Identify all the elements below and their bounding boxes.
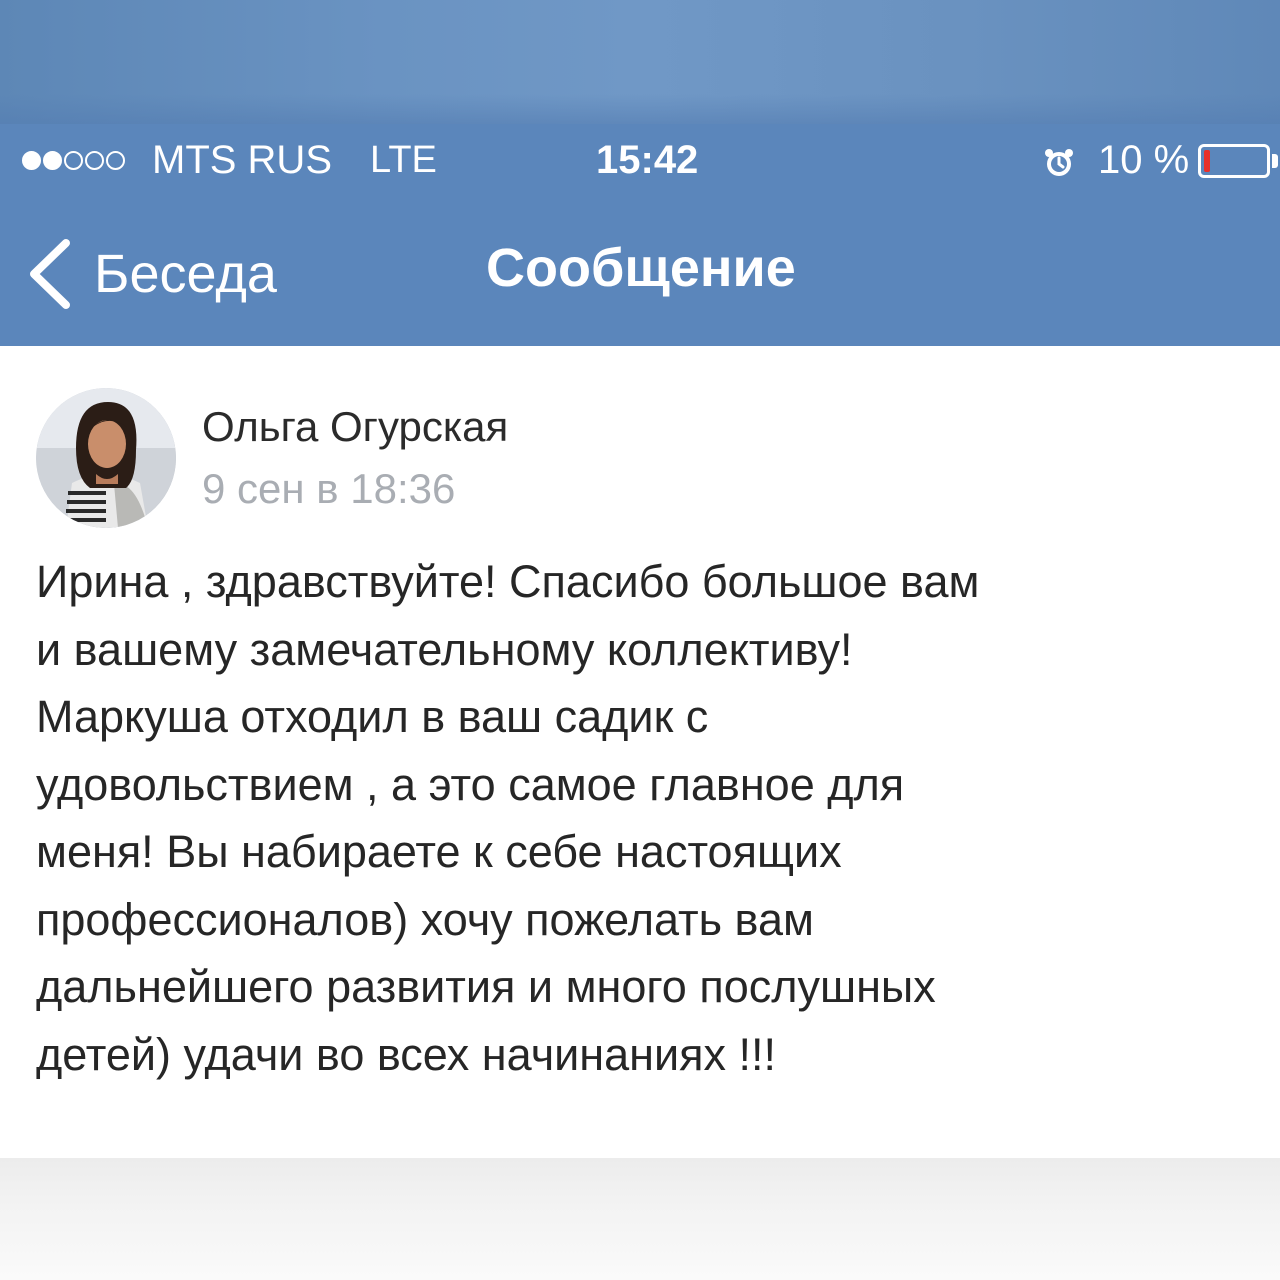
network-type: LTE xyxy=(370,139,437,181)
message-text: Ирина , здравствуйте! Спасибо большое ва… xyxy=(36,556,980,1080)
signal-dot xyxy=(85,151,104,170)
app-bar: MTS RUS LTE 15:42 10 % Беседа Сообщение xyxy=(0,124,1280,346)
back-button[interactable]: Беседа xyxy=(24,234,277,314)
signal-strength-icon xyxy=(22,151,125,170)
avatar[interactable] xyxy=(36,388,176,528)
signal-dot xyxy=(22,151,41,170)
signal-dot xyxy=(106,151,125,170)
back-button-label: Беседа xyxy=(94,244,277,304)
signal-dot xyxy=(43,151,62,170)
battery-icon xyxy=(1198,144,1270,178)
message-timestamp: 9 сен в 18:36 xyxy=(202,465,456,512)
battery-level-fill xyxy=(1204,150,1210,172)
carrier-name: MTS RUS xyxy=(152,138,332,182)
author-name[interactable]: Ольга Огурская xyxy=(202,402,508,452)
page-title: Сообщение xyxy=(486,238,796,298)
message-card: Ольга Огурская 9 сен в 18:36 Ирина , здр… xyxy=(0,346,1280,1158)
blurred-background xyxy=(0,0,1280,124)
status-bar: MTS RUS LTE 15:42 10 % xyxy=(0,124,1280,196)
bottom-divider-area xyxy=(0,1158,1280,1280)
chevron-left-icon xyxy=(30,239,70,309)
signal-dot xyxy=(64,151,83,170)
screen: MTS RUS LTE 15:42 10 % Беседа Сообщение … xyxy=(0,0,1280,1280)
battery-percent: 10 % xyxy=(1098,138,1190,182)
alarm-clock-icon xyxy=(1045,149,1073,176)
navigation-bar: Беседа Сообщение xyxy=(0,196,1280,346)
status-clock: 15:42 xyxy=(596,138,699,182)
battery-terminal xyxy=(1272,154,1278,168)
